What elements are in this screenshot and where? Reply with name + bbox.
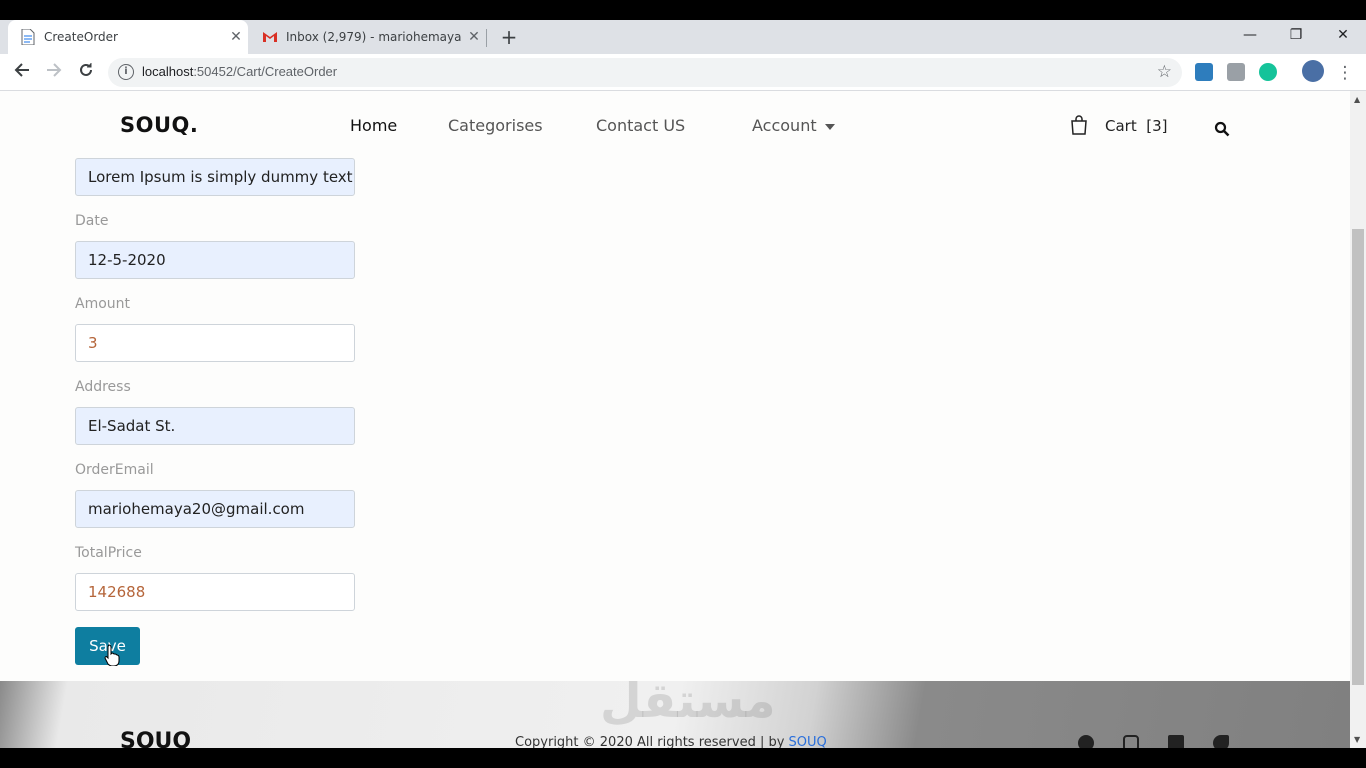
amount-field[interactable]: 3: [75, 324, 355, 362]
total-price-field[interactable]: 142688: [75, 573, 355, 611]
pinterest-icon[interactable]: [1078, 735, 1094, 748]
forward-icon[interactable]: [41, 60, 67, 86]
back-icon[interactable]: [9, 60, 35, 86]
site-info-icon[interactable]: i: [118, 64, 134, 80]
cart-link[interactable]: Cart [3]: [1105, 117, 1168, 135]
page-viewport: SOUQ. Home Categorises Contact US Accoun…: [0, 91, 1350, 748]
twitter-icon[interactable]: [1213, 735, 1229, 748]
new-tab-button[interactable]: +: [496, 24, 522, 50]
browser-tabstrip: CreateOrder ✕ Inbox (2,979) - mariohemay…: [0, 20, 1366, 54]
address-label: Address: [75, 379, 131, 395]
nav-account[interactable]: Account: [752, 116, 835, 135]
close-window-button[interactable]: ✕: [1320, 20, 1366, 50]
scroll-thumb[interactable]: [1352, 229, 1364, 685]
minimize-button[interactable]: —: [1227, 20, 1273, 50]
nav-contact-us[interactable]: Contact US: [596, 116, 685, 135]
hand-cursor-icon: [104, 644, 120, 666]
address-field[interactable]: El-Sadat St.: [75, 407, 355, 445]
url-text: localhost:50452/Cart/CreateOrder: [142, 64, 338, 79]
instagram-icon[interactable]: [1123, 735, 1139, 748]
tab-inbox[interactable]: Inbox (2,979) - mariohemaya43@ ✕: [250, 20, 486, 54]
address-bar[interactable]: i localhost:50452/Cart/CreateOrder ☆: [108, 58, 1182, 87]
nav-categorises[interactable]: Categorises: [448, 116, 543, 135]
bookmark-star-icon[interactable]: ☆: [1157, 62, 1172, 82]
total-price-label: TotalPrice: [75, 545, 142, 561]
page-icon: [20, 29, 36, 45]
order-email-field[interactable]: mariohemaya20@gmail.com: [75, 490, 355, 528]
footer-copyright: Copyright © 2020 All rights reserved | b…: [515, 735, 827, 748]
facebook-icon[interactable]: [1168, 735, 1184, 748]
site-footer: مستقل SOUQ Copyright © 2020 All rights r…: [0, 681, 1350, 748]
restore-button[interactable]: ❐: [1273, 20, 1319, 50]
order-email-label: OrderEmail: [75, 462, 154, 478]
footer-logo: SOUQ: [120, 729, 192, 748]
download-extension-icon[interactable]: [1195, 63, 1213, 81]
amount-label: Amount: [75, 296, 131, 312]
tab-close-icon[interactable]: ✕: [224, 29, 248, 45]
site-header: SOUQ. Home Categorises Contact US Accoun…: [0, 91, 1350, 161]
tab-createorder[interactable]: CreateOrder ✕: [8, 20, 248, 54]
scroll-up-icon[interactable]: ▲: [1354, 95, 1360, 104]
os-bottom-bar: [0, 748, 1366, 768]
scroll-down-icon[interactable]: ▼: [1354, 735, 1360, 744]
browser-menu-icon[interactable]: ⋮: [1332, 60, 1358, 86]
date-field[interactable]: 12-5-2020: [75, 241, 355, 279]
tab-separator: [486, 29, 487, 47]
browser-toolbar: i localhost:50452/Cart/CreateOrder ☆ ⋮: [0, 54, 1366, 91]
site-logo[interactable]: SOUQ.: [120, 113, 198, 137]
cart-count: [3]: [1146, 117, 1168, 135]
search-icon[interactable]: [1214, 121, 1230, 137]
page-scrollbar[interactable]: ▲ ▼: [1350, 91, 1366, 748]
grammarly-icon[interactable]: [1259, 63, 1277, 81]
os-top-bar: [0, 0, 1366, 20]
date-label: Date: [75, 213, 109, 229]
shopping-bag-icon[interactable]: [1070, 115, 1088, 135]
footer-brand-link[interactable]: SOUQ: [789, 735, 827, 748]
tab-title: Inbox (2,979) - mariohemaya43@: [286, 30, 462, 44]
chevron-down-icon: [824, 123, 835, 130]
watermark-logo: مستقل: [600, 681, 776, 729]
reload-icon[interactable]: [73, 60, 99, 86]
avatar[interactable]: [1302, 60, 1324, 82]
extension-icon[interactable]: [1227, 63, 1245, 81]
description-field[interactable]: Lorem Ipsum is simply dummy text: [75, 158, 355, 196]
nav-home[interactable]: Home: [350, 116, 397, 135]
tab-close-icon[interactable]: ✕: [462, 29, 486, 45]
gmail-icon: [262, 29, 278, 45]
tab-title: CreateOrder: [44, 30, 118, 44]
